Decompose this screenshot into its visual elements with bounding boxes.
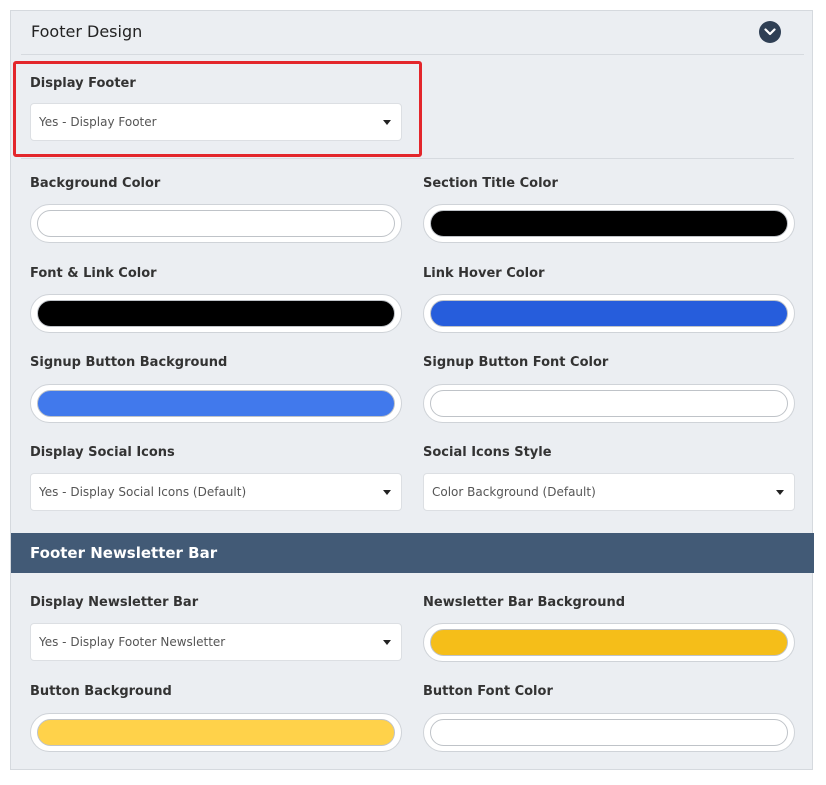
section-divider	[21, 158, 794, 159]
caret-down-icon	[776, 490, 784, 495]
social-icons-style-label: Social Icons Style	[423, 445, 552, 460]
highlight-box	[13, 61, 422, 157]
footer-design-title: Footer Design	[31, 22, 143, 41]
social-icons-style-value: Color Background (Default)	[432, 485, 596, 499]
font-link-color-swatch	[37, 300, 395, 327]
display-newsletter-bar-label: Display Newsletter Bar	[30, 595, 199, 610]
footer-design-header[interactable]: Footer Design	[21, 11, 804, 55]
caret-down-icon	[383, 640, 391, 645]
link-hover-color-picker[interactable]	[423, 294, 795, 333]
button-background-swatch	[37, 719, 395, 746]
section-title-color-picker[interactable]	[423, 204, 795, 243]
newsletter-bar-background-picker[interactable]	[423, 623, 795, 662]
button-font-color-label: Button Font Color	[423, 684, 553, 699]
signup-button-background-picker[interactable]	[30, 384, 402, 423]
chevron-down-icon	[764, 28, 776, 36]
signup-button-background-swatch	[37, 390, 395, 417]
button-background-picker[interactable]	[30, 713, 402, 752]
display-newsletter-bar-value: Yes - Display Footer Newsletter	[39, 635, 226, 649]
section-title-color-label: Section Title Color	[423, 176, 558, 191]
newsletter-bar-background-swatch	[430, 629, 788, 656]
caret-down-icon	[383, 490, 391, 495]
signup-button-font-color-label: Signup Button Font Color	[423, 355, 609, 370]
button-background-label: Button Background	[30, 684, 172, 699]
signup-button-font-color-picker[interactable]	[423, 384, 795, 423]
button-font-color-picker[interactable]	[423, 713, 795, 752]
signup-button-font-color-swatch	[430, 390, 788, 417]
footer-design-panel: Footer Design Display Footer Yes - Displ…	[10, 10, 814, 770]
display-social-icons-value: Yes - Display Social Icons (Default)	[39, 485, 247, 499]
section-title-color-swatch	[430, 210, 788, 237]
link-hover-color-label: Link Hover Color	[423, 266, 545, 281]
newsletter-bar-section-header: Footer Newsletter Bar	[11, 533, 814, 573]
display-newsletter-bar-select[interactable]: Yes - Display Footer Newsletter	[30, 623, 402, 661]
social-icons-style-select[interactable]: Color Background (Default)	[423, 473, 795, 511]
font-link-color-picker[interactable]	[30, 294, 402, 333]
newsletter-bar-section-title: Footer Newsletter Bar	[30, 544, 218, 562]
background-color-swatch	[37, 210, 395, 237]
display-social-icons-select[interactable]: Yes - Display Social Icons (Default)	[30, 473, 402, 511]
background-color-label: Background Color	[30, 176, 161, 191]
newsletter-bar-background-label: Newsletter Bar Background	[423, 595, 626, 610]
collapse-button[interactable]	[759, 21, 781, 43]
signup-button-background-label: Signup Button Background	[30, 355, 228, 370]
button-font-color-swatch	[430, 719, 788, 746]
link-hover-color-swatch	[430, 300, 788, 327]
font-link-color-label: Font & Link Color	[30, 266, 157, 281]
background-color-picker[interactable]	[30, 204, 402, 243]
display-social-icons-label: Display Social Icons	[30, 445, 175, 460]
